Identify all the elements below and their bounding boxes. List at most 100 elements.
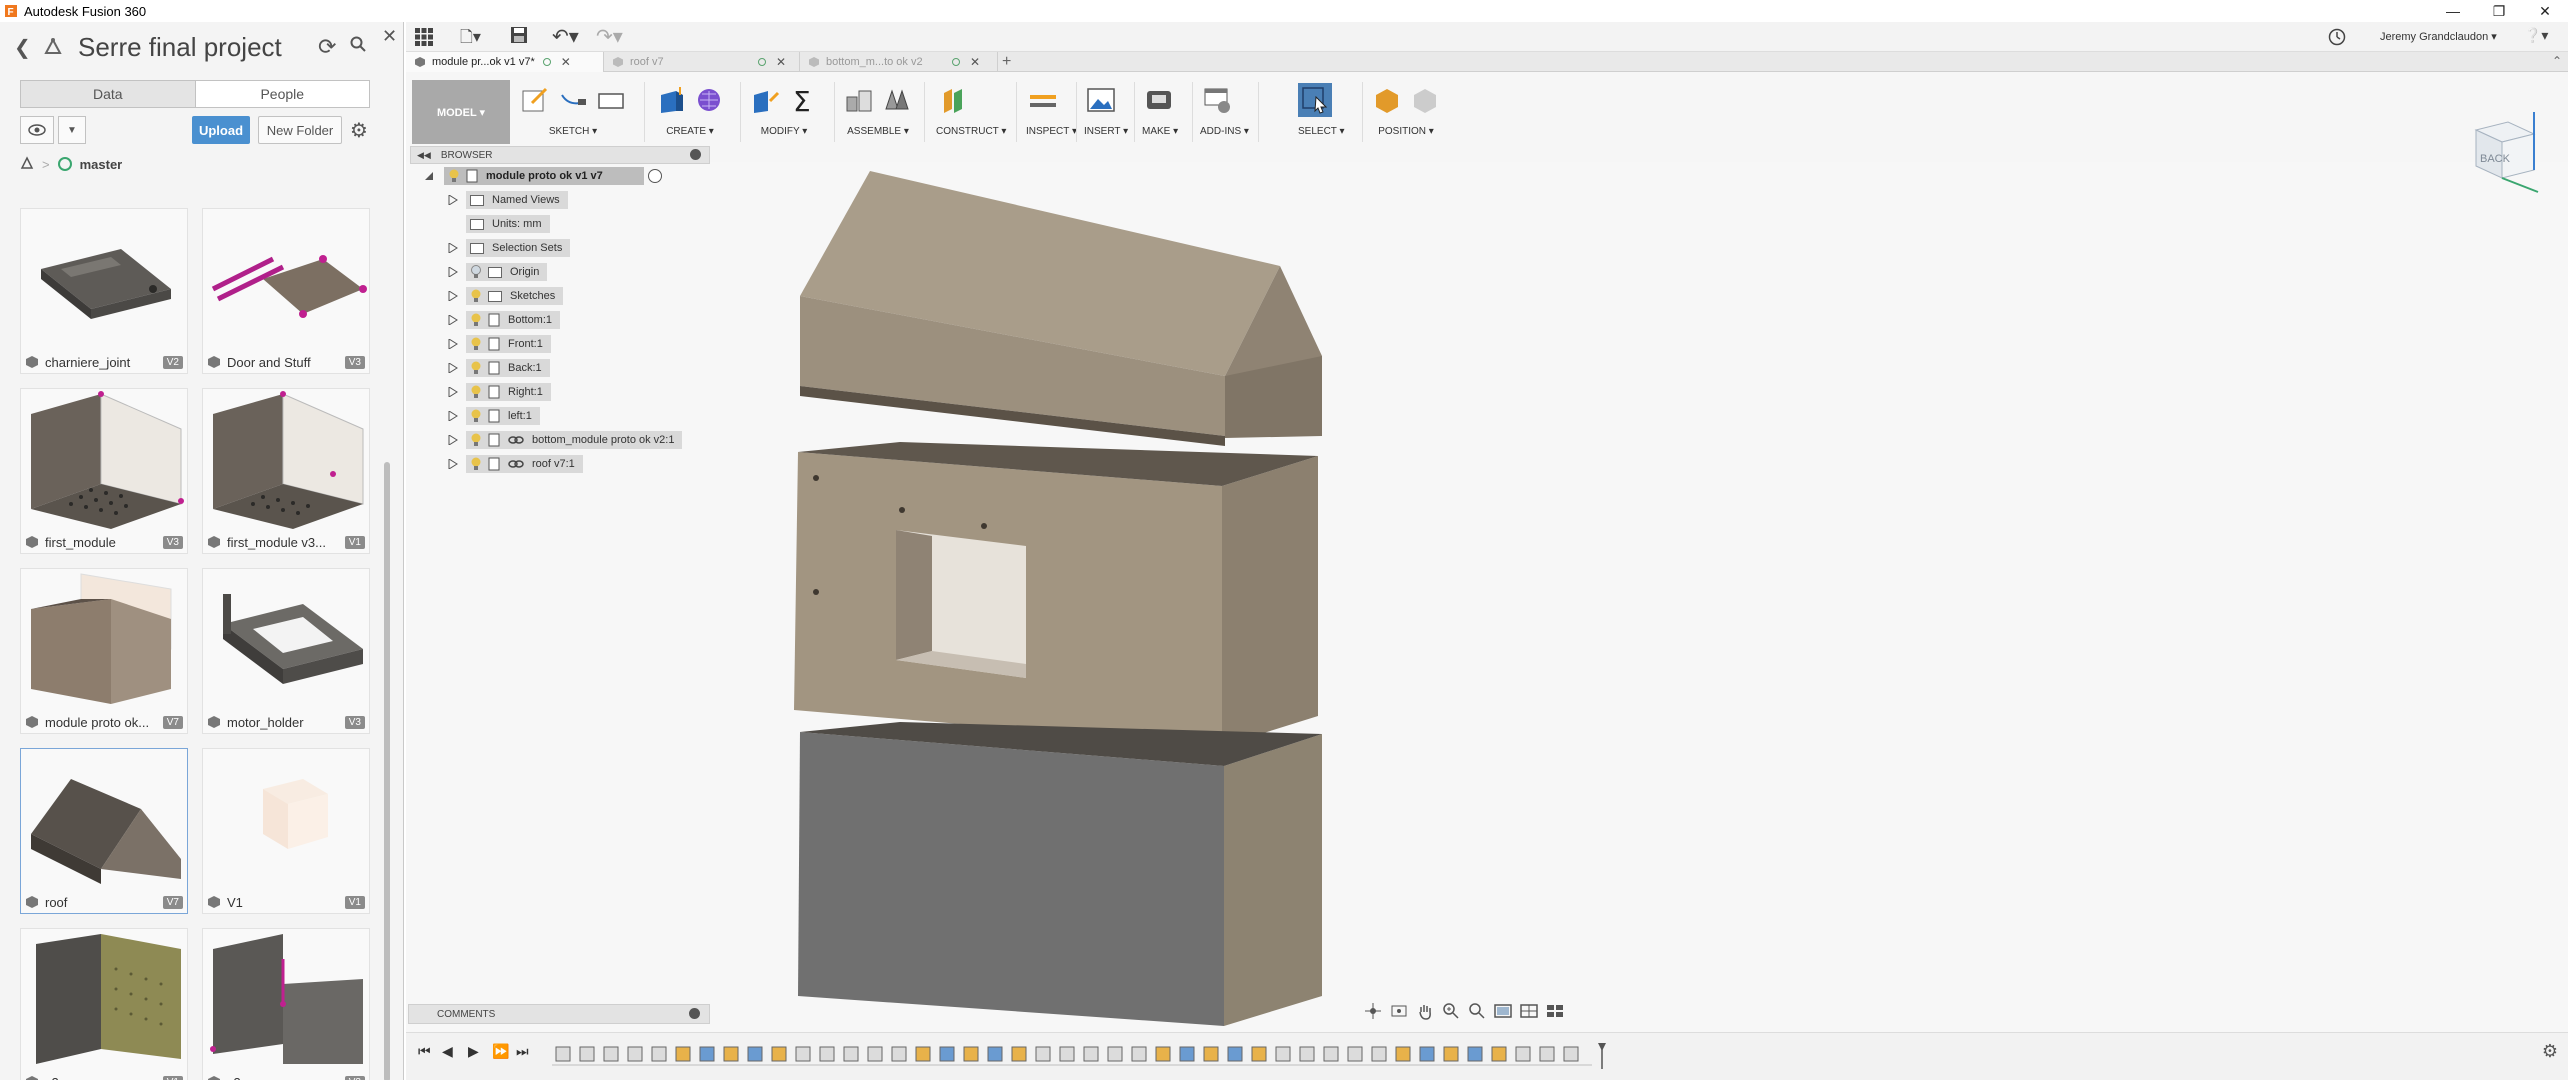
expand-arrow-icon[interactable]: [448, 243, 458, 253]
timeline-feature[interactable]: [1371, 1046, 1387, 1062]
add-ins-menu-label[interactable]: ADD-INS ▾: [1200, 126, 1249, 137]
timeline-feature[interactable]: [939, 1046, 955, 1062]
timeline-feature[interactable]: [843, 1046, 859, 1062]
timeline-feature[interactable]: [987, 1046, 1003, 1062]
timeline-feature[interactable]: [1467, 1046, 1483, 1062]
select-group[interactable]: SELECT ▾: [1298, 80, 1345, 146]
expand-arrow-icon[interactable]: [448, 411, 458, 421]
timeline-end-icon[interactable]: ⏭: [516, 1043, 529, 1060]
inspect-group[interactable]: INSPECT ▾: [1026, 80, 1077, 146]
browser-header[interactable]: ◀◀ BROWSER: [410, 146, 710, 164]
timeline-feature[interactable]: [1563, 1046, 1579, 1062]
file-card-module-proto-ok[interactable]: module proto ok... V7: [20, 568, 188, 734]
expand-arrow-icon[interactable]: [448, 315, 458, 325]
visibility-bulb-icon[interactable]: [470, 289, 482, 303]
redo-icon[interactable]: ↷▾: [596, 24, 623, 49]
timeline-feature[interactable]: [1155, 1046, 1171, 1062]
tree-node-right[interactable]: Right:1: [410, 380, 710, 404]
tree-node-roof-link[interactable]: roof v7:1: [410, 452, 710, 476]
insert-group[interactable]: INSERT ▾: [1084, 80, 1128, 146]
new-tab-plus-icon[interactable]: +: [1002, 53, 1011, 71]
tree-node-selection-sets[interactable]: Selection Sets: [410, 236, 710, 260]
user-account-menu[interactable]: Jeremy Grandclaudon ▾: [2380, 30, 2497, 43]
tree-node-left[interactable]: left:1: [410, 404, 710, 428]
tree-node-chip[interactable]: Sketches: [466, 287, 564, 305]
collapse-arrow-icon[interactable]: ◀◀: [417, 150, 431, 161]
create-menu-label[interactable]: CREATE ▾: [654, 126, 726, 137]
expand-arrow-icon[interactable]: [448, 195, 458, 205]
tree-node-bottom-module-link[interactable]: bottom_module proto ok v2:1: [410, 428, 710, 452]
revert-position-icon[interactable]: [1408, 83, 1442, 117]
minimize-icon[interactable]: —: [2430, 0, 2476, 22]
timeline-feature[interactable]: [1443, 1046, 1459, 1062]
hub-root-icon[interactable]: [20, 155, 34, 173]
close-tab-icon[interactable]: ✕: [776, 55, 786, 69]
file-card-motor-holder[interactable]: motor_holder V3: [202, 568, 370, 734]
timeline-feature[interactable]: [699, 1046, 715, 1062]
tree-node-chip[interactable]: Units: mm: [466, 215, 550, 233]
tree-node-bottom[interactable]: Bottom:1: [410, 308, 710, 332]
timeline-feature[interactable]: [1299, 1046, 1315, 1062]
timeline-feature[interactable]: [555, 1046, 571, 1062]
timeline-track[interactable]: [552, 1041, 1632, 1071]
timeline-play-icon[interactable]: ▶: [468, 1043, 479, 1060]
view-cube[interactable]: BACK: [2464, 108, 2544, 200]
collapse-chevron-icon[interactable]: ⌃: [2552, 54, 2562, 68]
save-icon[interactable]: [510, 26, 528, 47]
settings-gear-icon[interactable]: ⚙: [350, 118, 368, 143]
timeline-feature[interactable]: [771, 1046, 787, 1062]
hub-icon[interactable]: [42, 36, 64, 58]
timeline-settings-gear-icon[interactable]: ⚙: [2542, 1041, 2558, 1062]
select-menu-label[interactable]: SELECT ▾: [1298, 126, 1345, 137]
tree-node-chip[interactable]: Selection Sets: [466, 239, 571, 257]
visibility-bulb-icon[interactable]: [470, 385, 482, 399]
rectangle-icon[interactable]: [594, 83, 628, 117]
timeline-feature[interactable]: [795, 1046, 811, 1062]
model-bottom-module[interactable]: [798, 722, 1322, 1026]
viewports-icon[interactable]: [1546, 1001, 1564, 1021]
timeline-feature[interactable]: [1011, 1046, 1027, 1062]
select-cursor-icon[interactable]: [1298, 83, 1332, 117]
timeline-feature[interactable]: [747, 1046, 763, 1062]
timeline-feature[interactable]: [651, 1046, 667, 1062]
back-arrow-icon[interactable]: ❮: [14, 35, 42, 60]
line-icon[interactable]: [556, 83, 590, 117]
3d-viewport[interactable]: [710, 146, 2566, 1046]
timeline-feature[interactable]: [1227, 1046, 1243, 1062]
close-window-icon[interactable]: ✕: [2522, 0, 2568, 22]
data-panel-scrollbar[interactable]: [384, 462, 390, 1080]
tree-node-origin[interactable]: Origin: [410, 260, 710, 284]
root-component[interactable]: module proto ok v1 v7: [444, 167, 644, 185]
timeline-feature[interactable]: [579, 1046, 595, 1062]
tree-node-chip[interactable]: left:1: [466, 407, 540, 425]
timeline-feature[interactable]: [1275, 1046, 1291, 1062]
expand-arrow-icon[interactable]: [448, 291, 458, 301]
make-menu-label[interactable]: MAKE ▾: [1142, 126, 1178, 137]
close-panel-icon[interactable]: ✕: [382, 26, 397, 47]
scripts-addins-icon[interactable]: [1200, 83, 1234, 117]
construct-menu-label[interactable]: CONSTRUCT ▾: [936, 126, 1006, 137]
expand-arrow-icon[interactable]: [424, 171, 434, 181]
expand-arrow-icon[interactable]: [448, 387, 458, 397]
upload-button[interactable]: Upload: [192, 116, 250, 144]
activate-radio-icon[interactable]: [648, 169, 662, 183]
tree-node-chip[interactable]: Named Views: [466, 191, 568, 209]
tree-node-chip[interactable]: bottom_module proto ok v2:1: [466, 431, 683, 449]
file-card-v2[interactable]: v2V1: [20, 928, 188, 1080]
zoom-window-icon[interactable]: [1468, 1001, 1486, 1021]
tree-node-chip[interactable]: Back:1: [466, 359, 550, 377]
data-panel-grid-icon[interactable]: [414, 27, 434, 47]
tree-node-front[interactable]: Front:1: [410, 332, 710, 356]
timeline-feature[interactable]: [1083, 1046, 1099, 1062]
expand-arrow-icon[interactable]: [448, 363, 458, 373]
comments-add-icon[interactable]: [689, 1008, 700, 1019]
expand-arrow-icon[interactable]: [448, 459, 458, 469]
insert-image-icon[interactable]: [1084, 83, 1118, 117]
timeline-feature[interactable]: [603, 1046, 619, 1062]
press-pull-icon[interactable]: [748, 83, 782, 117]
timeline-feature[interactable]: [1323, 1046, 1339, 1062]
visibility-bulb-icon[interactable]: [470, 433, 482, 447]
construct-group[interactable]: CONSTRUCT ▾: [936, 80, 1006, 146]
timeline-start-icon[interactable]: ⏮: [418, 1043, 431, 1060]
visibility-bulb-icon[interactable]: [448, 169, 460, 183]
